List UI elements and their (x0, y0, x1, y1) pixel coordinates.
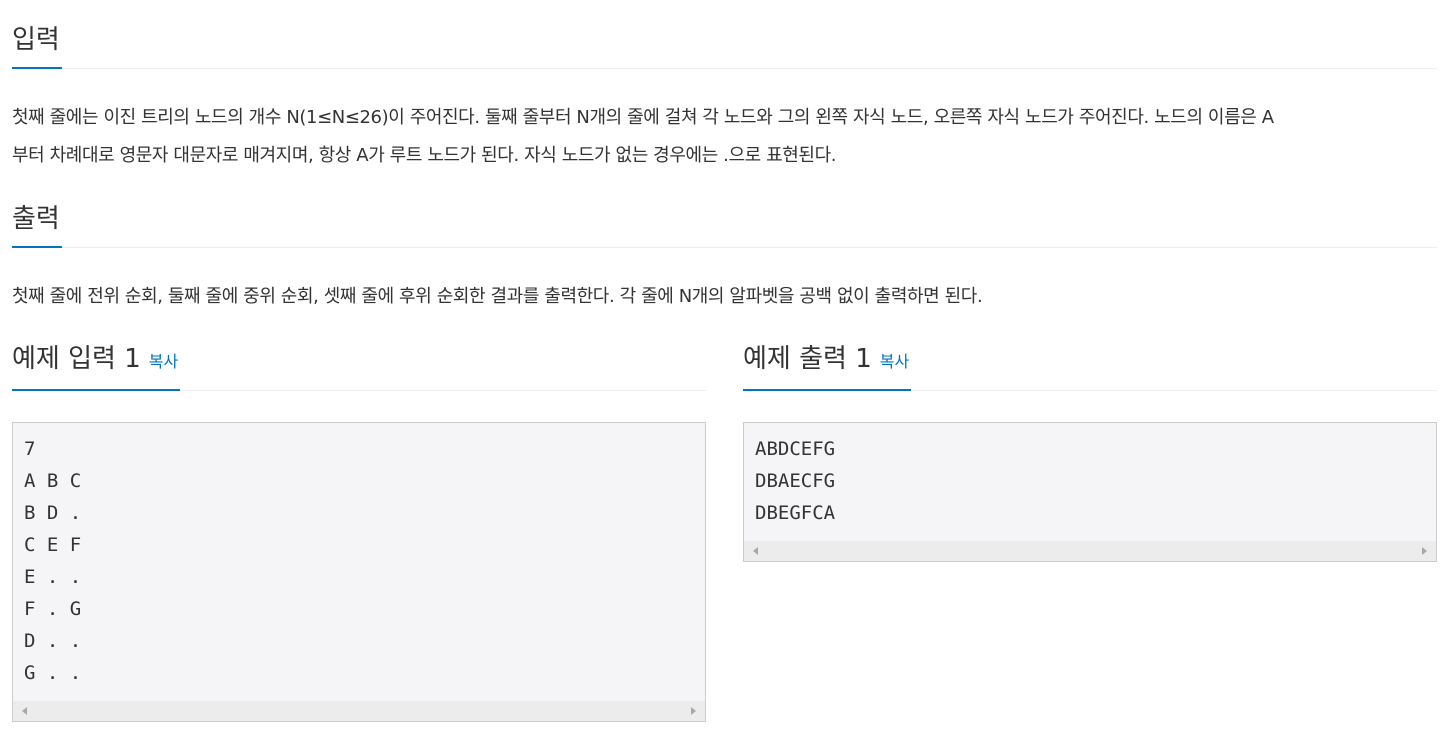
scroll-right-arrow-icon[interactable] (1422, 547, 1427, 555)
sample-input-copy-button[interactable]: 복사 (149, 352, 178, 371)
sample-input-title: 예제 입력 1 복사 (12, 342, 181, 391)
output-section-header: 출력 (12, 189, 1437, 248)
sample-output-copy-button[interactable]: 복사 (880, 352, 909, 371)
input-section-header: 입력 (12, 10, 1437, 69)
input-description-line1: 첫째 줄에는 이진 트리의 노드의 개수 N(1≤N≤26)이 주어진다. 둘째… (12, 107, 1274, 128)
sample-output-header: 예제 출력 1 복사 (743, 332, 1437, 391)
sample-output-title-text: 예제 출력 1 (743, 344, 872, 374)
input-description-line2: 부터 차례대로 영문자 대문자로 매겨지며, 항상 A가 루트 노드가 된다. … (12, 145, 837, 166)
sample-input-content: 7 A B C B D . C E F E . . F . G D . . G … (24, 438, 82, 684)
sample-output-box: ABDCEFG DBAECFG DBEGFCA (743, 422, 1437, 562)
sample-input-header: 예제 입력 1 복사 (12, 332, 706, 391)
scroll-right-arrow-icon[interactable] (691, 707, 696, 715)
sample-input-scrollbar[interactable] (13, 701, 705, 721)
sample-output-content: ABDCEFG DBAECFG DBEGFCA (755, 438, 836, 524)
sample-output-scrollbar[interactable] (744, 541, 1436, 561)
output-section-title: 출력 (12, 202, 62, 248)
sample-input-title-text: 예제 입력 1 (12, 344, 141, 374)
sample-input-box: 7 A B C B D . C E F E . . F . G D . . G … (12, 422, 706, 722)
scroll-left-arrow-icon[interactable] (753, 547, 758, 555)
scroll-left-arrow-icon[interactable] (22, 707, 27, 715)
output-description: 첫째 줄에 전위 순회, 둘째 줄에 중위 순회, 셋째 줄에 후위 순회한 결… (12, 286, 983, 307)
input-section-title: 입력 (12, 23, 62, 69)
sample-output-title: 예제 출력 1 복사 (743, 342, 912, 391)
